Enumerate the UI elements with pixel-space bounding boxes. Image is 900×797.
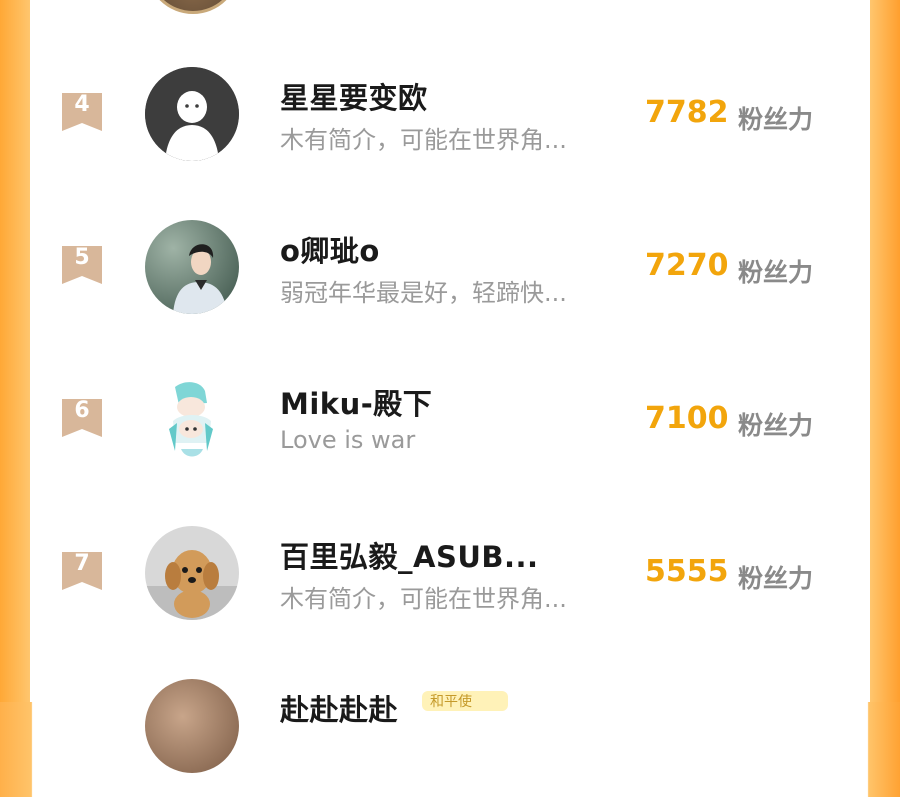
leaderboard-row-7[interactable]: 7 百里弘毅_ASUB... 木有简介，可能在世界角... 5555 粉丝力 [0, 504, 900, 644]
user-name[interactable]: 赴赴赴赴 [280, 687, 398, 729]
fan-power-score: 7782 [645, 95, 729, 130]
rank-badge: 5 [60, 242, 104, 286]
rank-number: 4 [74, 92, 90, 117]
fan-power-unit: 粉丝力 [738, 411, 814, 440]
profile-photo-icon [145, 220, 239, 314]
user-bio: 木有简介，可能在世界角... [280, 126, 567, 154]
rank-number: 5 [74, 245, 90, 270]
avatar[interactable] [145, 220, 239, 314]
rank-badge: 7 [60, 548, 104, 592]
avatar[interactable] [145, 373, 239, 467]
fan-power-score: 5555 [645, 554, 729, 589]
rank-badge: 4 [60, 89, 104, 133]
user-title-badge: 和平使 [422, 691, 508, 711]
avatar[interactable] [145, 526, 239, 620]
user-bio: Love is war [280, 426, 416, 454]
user-name[interactable]: Miku-殿下 [280, 381, 432, 423]
fan-power-score: 7100 [645, 401, 729, 436]
avatar[interactable] [145, 679, 239, 773]
rank-badge: 6 [60, 395, 104, 439]
user-name[interactable]: 星星要变欧 [280, 75, 428, 117]
user-name[interactable]: o卿玼o [280, 228, 380, 270]
rank-number: 6 [74, 398, 90, 423]
leaderboard-row-5[interactable]: 5 o卿玼o 弱冠年华最是好，轻蹄快... 7270 粉丝力 [0, 198, 900, 338]
fan-power-score: 7270 [645, 248, 729, 283]
fan-power-unit: 粉丝力 [738, 105, 814, 134]
default-user-avatar-icon [145, 67, 239, 161]
fan-power-unit: 粉丝力 [738, 258, 814, 287]
avatar[interactable] [145, 67, 239, 161]
user-bio: 弱冠年华最是好，轻蹄快... [280, 279, 567, 307]
fan-power-unit: 粉丝力 [738, 564, 814, 593]
user-name[interactable]: 百里弘毅_ASUB... [280, 534, 539, 576]
anime-character-avatar-icon [145, 373, 239, 467]
rank-number: 7 [74, 551, 90, 576]
user-bio: 木有简介，可能在世界角... [280, 585, 567, 613]
leaderboard-row-8-partial[interactable]: 赴赴赴赴 [0, 657, 900, 797]
leaderboard-row-4[interactable]: 4 星星要变欧 木有简介，可能在世界角... 7782 粉丝力 [0, 45, 900, 185]
dog-photo-icon [145, 526, 239, 620]
leaderboard-row-6[interactable]: 6 Miku-殿下 Love is war 7100 粉丝力 [0, 351, 900, 491]
